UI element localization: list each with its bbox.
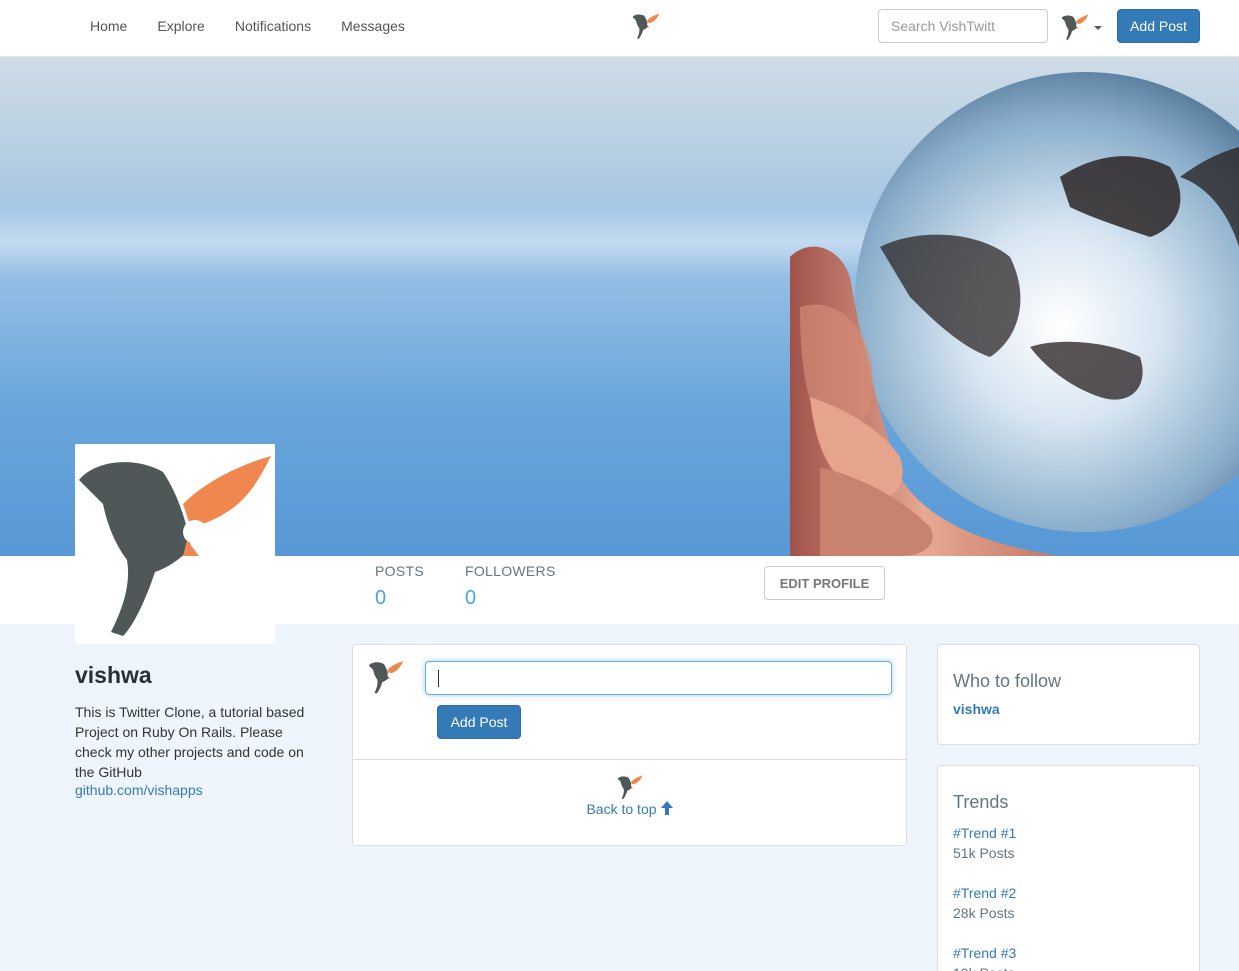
profile-bio: This is Twitter Clone, a tutorial based …: [75, 704, 305, 780]
trend-count: 19k Posts: [953, 963, 1016, 971]
trend-count: 28k Posts: [953, 905, 1015, 921]
stat-value: 0: [465, 587, 477, 609]
back-to-top-link[interactable]: Back to top: [353, 801, 906, 817]
profile-github-link[interactable]: github.com/vishapps: [75, 782, 203, 798]
suggested-user-link[interactable]: vishwa: [953, 701, 1000, 717]
caret-down-icon: [1094, 26, 1102, 30]
trend-tag-link[interactable]: #Trend #3: [953, 943, 1016, 963]
nav-notifications-link[interactable]: Notifications: [220, 18, 326, 34]
stat-label: FOLLOWERS: [465, 563, 556, 579]
trend-tag-link[interactable]: #Trend #1: [953, 823, 1016, 843]
stat-posts[interactable]: POSTS 0: [375, 563, 424, 610]
trend-item: #Trend #2 28k Posts: [953, 883, 1016, 943]
user-menu-dropdown[interactable]: [1060, 12, 1104, 42]
profile-avatar: [75, 444, 275, 644]
trend-count: 51k Posts: [953, 845, 1015, 861]
edit-profile-button[interactable]: EDIT PROFILE: [764, 566, 885, 600]
trend-list: #Trend #1 51k Posts #Trend #2 28k Posts …: [953, 823, 1016, 971]
arrow-up-icon: [660, 801, 673, 815]
stat-label: POSTS: [375, 563, 424, 579]
feed-footer: Back to top: [352, 760, 907, 846]
trend-tag-link[interactable]: #Trend #2: [953, 883, 1016, 903]
back-to-top-label: Back to top: [586, 801, 657, 817]
profile-username: vishwa: [75, 662, 152, 688]
nav-messages-link[interactable]: Messages: [326, 18, 420, 34]
nav-home-link[interactable]: Home: [75, 18, 142, 34]
nav-explore-link[interactable]: Explore: [142, 18, 219, 34]
post-text-input[interactable]: [425, 661, 892, 695]
stat-followers[interactable]: FOLLOWERS 0: [465, 563, 556, 610]
trend-item: #Trend #3 19k Posts: [953, 943, 1016, 971]
nav-links: Home Explore Notifications Messages: [75, 0, 420, 52]
bird-logo-icon: [368, 661, 404, 694]
trends-panel: Trends #Trend #1 51k Posts #Trend #2 28k…: [937, 765, 1200, 971]
bird-logo-icon: [79, 456, 271, 636]
nav-add-post-button[interactable]: Add Post: [1117, 9, 1200, 43]
panel-title: Who to follow: [953, 671, 1062, 691]
top-navbar: Home Explore Notifications Messages Add …: [0, 0, 1239, 57]
avatar-bird-icon: [1061, 14, 1089, 40]
add-post-button[interactable]: Add Post: [437, 705, 521, 739]
search-input[interactable]: [878, 9, 1048, 43]
text-cursor: [438, 670, 439, 687]
trend-item: #Trend #1 51k Posts: [953, 823, 1016, 883]
bird-logo-icon: [617, 775, 643, 799]
bird-logo-icon[interactable]: [628, 12, 664, 40]
panel-title: Trends: [953, 792, 1009, 812]
who-to-follow-panel: Who to follow vishwa: [937, 644, 1200, 745]
post-composer: Add Post: [352, 644, 907, 760]
stat-value: 0: [375, 587, 387, 609]
